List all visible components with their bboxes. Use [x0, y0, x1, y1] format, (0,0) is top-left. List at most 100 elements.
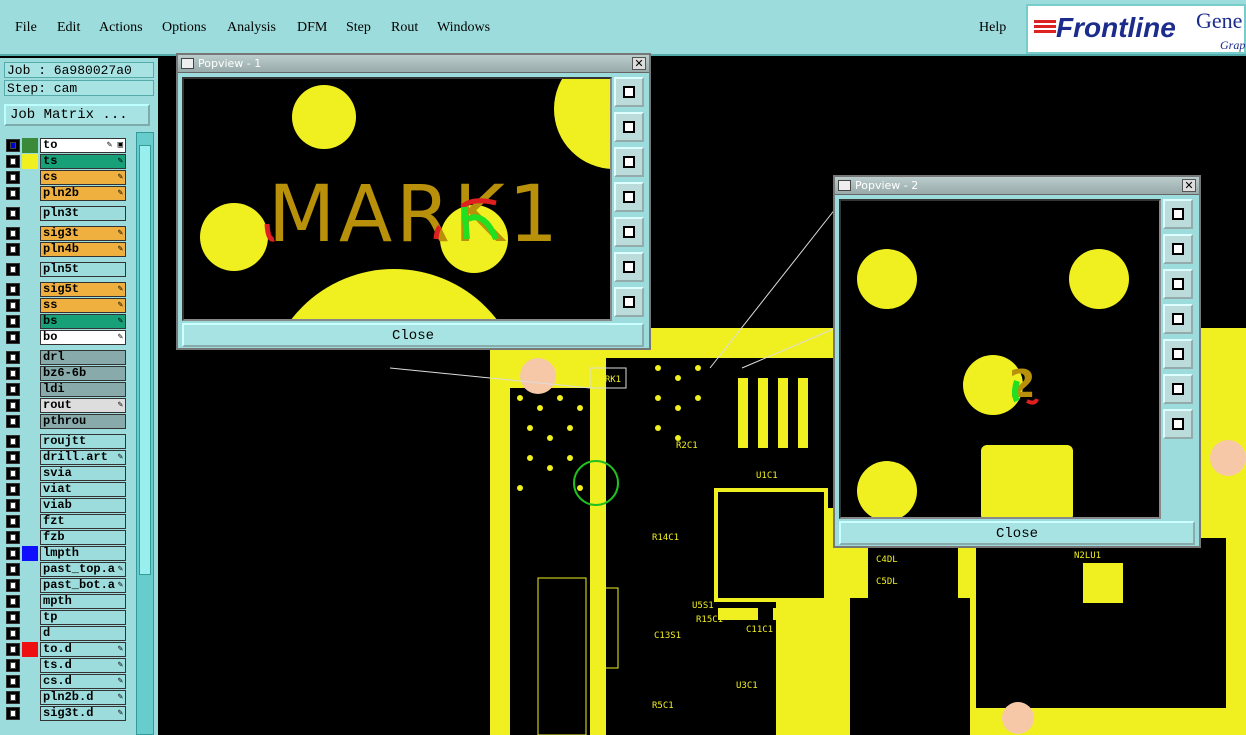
menu-options[interactable]: Options	[162, 20, 206, 36]
scrollbar-thumb[interactable]	[139, 145, 151, 575]
layer-checkbox[interactable]	[6, 707, 20, 720]
layer-row[interactable]: fzb	[4, 530, 126, 545]
layer-row[interactable]: ldi	[4, 382, 126, 397]
layer-name[interactable]: ts.d ✎	[40, 658, 126, 673]
layer-row[interactable]: roujtt	[4, 434, 126, 449]
pan-left-icon[interactable]	[614, 182, 644, 212]
layer-checkbox[interactable]	[6, 627, 20, 640]
layer-row[interactable]: pln4b ✎	[4, 242, 126, 257]
close-icon[interactable]: ✕	[632, 57, 646, 70]
layer-name[interactable]: svia	[40, 466, 126, 481]
layer-row[interactable]: bs ✎	[4, 314, 126, 329]
layer-name[interactable]: ts ✎	[40, 154, 126, 169]
layer-row[interactable]: past_bot.a ✎	[4, 578, 126, 593]
layer-name[interactable]: tp	[40, 610, 126, 625]
layer-row[interactable]: past_top.a ✎	[4, 562, 126, 577]
layer-checkbox[interactable]	[6, 435, 20, 448]
layer-color-swatch[interactable]	[22, 138, 38, 153]
popview-2-window[interactable]: Popview - 2 ✕ 2 Close	[833, 175, 1201, 548]
job-matrix-button[interactable]: Job Matrix ...	[4, 104, 150, 126]
zoom-fit-icon[interactable]	[614, 77, 644, 107]
layer-row[interactable]: viat	[4, 482, 126, 497]
layer-name[interactable]: pln2b ✎	[40, 186, 126, 201]
layer-checkbox[interactable]	[6, 643, 20, 656]
layer-checkbox[interactable]	[6, 263, 20, 276]
layer-row[interactable]: sig5t ✎	[4, 282, 126, 297]
layer-name[interactable]: viat	[40, 482, 126, 497]
popview-2-view[interactable]: 2	[839, 199, 1161, 519]
close-icon[interactable]: ✕	[1182, 179, 1196, 192]
layer-name[interactable]: pln4b ✎	[40, 242, 126, 257]
menu-analysis[interactable]: Analysis	[227, 20, 276, 36]
pan-up-icon[interactable]	[614, 112, 644, 142]
menu-rout[interactable]: Rout	[391, 20, 418, 36]
layer-row[interactable]: d	[4, 626, 126, 641]
layer-checkbox[interactable]	[6, 243, 20, 256]
layer-name[interactable]: roujtt	[40, 434, 126, 449]
layer-checkbox[interactable]	[6, 227, 20, 240]
layer-checkbox[interactable]	[6, 331, 20, 344]
layer-row[interactable]: drl	[4, 350, 126, 365]
menu-dfm[interactable]: DFM	[297, 20, 327, 36]
layer-checkbox[interactable]	[6, 483, 20, 496]
layer-checkbox[interactable]	[6, 367, 20, 380]
layer-name[interactable]: drl	[40, 350, 126, 365]
layer-name[interactable]: fzb	[40, 530, 126, 545]
zoom-out-icon[interactable]	[614, 287, 644, 317]
layer-name[interactable]: pthrou	[40, 414, 126, 429]
layer-row[interactable]: ts.d ✎	[4, 658, 126, 673]
layer-checkbox[interactable]	[6, 563, 20, 576]
layer-name[interactable]: cs ✎	[40, 170, 126, 185]
layer-checkbox[interactable]	[6, 187, 20, 200]
layer-row[interactable]: tp	[4, 610, 126, 625]
popview-1-window[interactable]: Popview - 1 ✕ MARK1 Close	[176, 53, 651, 350]
layer-checkbox[interactable]	[6, 531, 20, 544]
layer-row[interactable]: cs ✎	[4, 170, 126, 185]
pan-up-icon[interactable]	[1163, 234, 1193, 264]
layer-color-swatch[interactable]	[22, 546, 38, 561]
menu-windows[interactable]: Windows	[437, 20, 490, 36]
layer-row[interactable]: mpth	[4, 594, 126, 609]
layer-row[interactable]: viab	[4, 498, 126, 513]
zoom-in-icon[interactable]	[614, 252, 644, 282]
layer-name[interactable]: pln3t	[40, 206, 126, 221]
popview-2-close-button[interactable]: Close	[839, 521, 1195, 545]
layer-name[interactable]: sig3t.d ✎	[40, 706, 126, 721]
layer-name[interactable]: bz6-6b	[40, 366, 126, 381]
layer-name[interactable]: d	[40, 626, 126, 641]
layer-checkbox[interactable]	[6, 207, 20, 220]
layer-name[interactable]: drill.art ✎	[40, 450, 126, 465]
layer-row[interactable]: pln3t	[4, 206, 126, 221]
layer-name[interactable]: pln5t	[40, 262, 126, 277]
layer-name[interactable]: past_top.a ✎	[40, 562, 126, 577]
zoom-in-icon[interactable]	[1163, 374, 1193, 404]
layer-row[interactable]: bo ✎	[4, 330, 126, 345]
layer-checkbox[interactable]	[6, 171, 20, 184]
layer-checkbox[interactable]	[6, 499, 20, 512]
popview-1-close-button[interactable]: Close	[182, 323, 644, 347]
layer-row[interactable]: sig3t.d ✎	[4, 706, 126, 721]
layer-checkbox[interactable]	[6, 351, 20, 364]
layer-checkbox[interactable]	[6, 315, 20, 328]
layer-row[interactable]: svia	[4, 466, 126, 481]
layer-row[interactable]: cs.d ✎	[4, 674, 126, 689]
zoom-out-icon[interactable]	[1163, 409, 1193, 439]
menu-file[interactable]: File	[15, 20, 37, 36]
menu-help[interactable]: Help	[979, 20, 1006, 36]
zoom-fit-icon[interactable]	[1163, 199, 1193, 229]
layer-row[interactable]: lmpth	[4, 546, 126, 561]
layer-row[interactable]: to ✎ ▣	[4, 138, 126, 153]
layer-name[interactable]: ss ✎	[40, 298, 126, 313]
layer-color-swatch[interactable]	[22, 154, 38, 169]
layer-scrollbar[interactable]	[136, 132, 154, 735]
layer-checkbox[interactable]	[6, 155, 20, 168]
layer-name[interactable]: sig3t ✎	[40, 226, 126, 241]
layer-checkbox[interactable]	[6, 515, 20, 528]
layer-checkbox[interactable]	[6, 451, 20, 464]
layer-checkbox[interactable]	[6, 467, 20, 480]
layer-checkbox[interactable]	[6, 399, 20, 412]
layer-row[interactable]: to.d ✎	[4, 642, 126, 657]
layer-row[interactable]: ss ✎	[4, 298, 126, 313]
menu-step[interactable]: Step	[346, 20, 371, 36]
popview-2-titlebar[interactable]: Popview - 2 ✕	[835, 177, 1199, 195]
